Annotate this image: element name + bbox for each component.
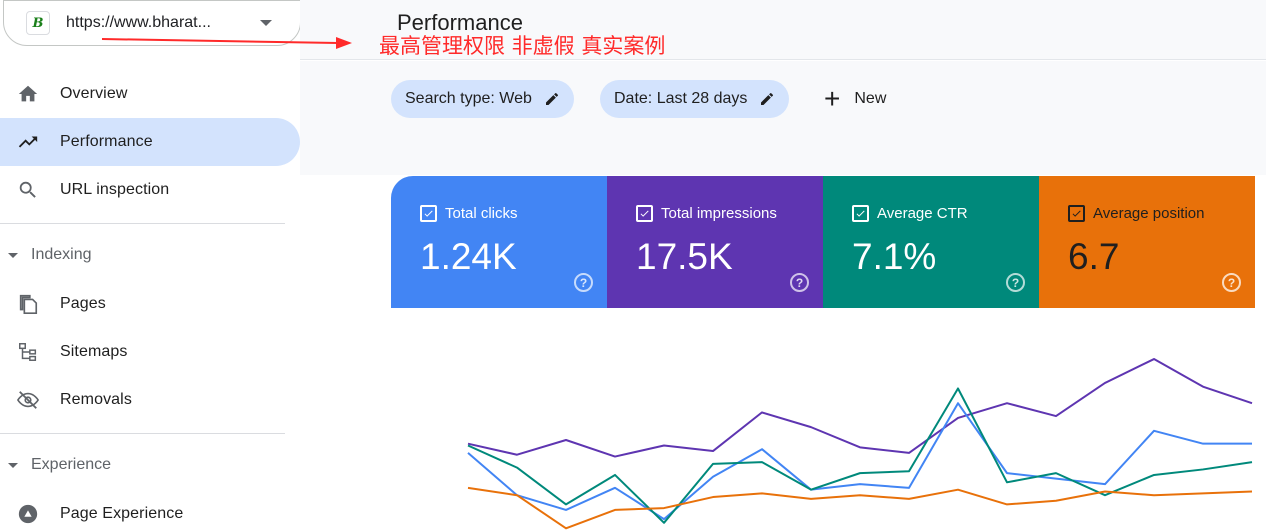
collapse-caret-icon — [8, 462, 18, 468]
new-filter-label: New — [854, 90, 887, 107]
search-icon — [16, 178, 40, 202]
chart-line-impressions — [467, 358, 1253, 458]
section-indexing[interactable]: Indexing — [8, 243, 92, 267]
sidebar-item-overview[interactable]: Overview — [0, 70, 300, 118]
metric-value: 6.7 — [1068, 236, 1120, 277]
sitemap-icon — [16, 340, 40, 364]
metric-value: 7.1% — [852, 236, 937, 277]
sidebar-item-label: Pages — [60, 295, 106, 312]
new-filter-button[interactable]: + New — [824, 80, 886, 118]
eye-off-icon — [16, 388, 40, 412]
trending-up-icon — [16, 130, 40, 154]
sidebar: B https://www.bharat... Overview Perform… — [0, 0, 301, 532]
metric-card-average-ctr[interactable]: Average CTR 7.1% ? — [823, 176, 1039, 308]
sidebar-item-label: URL inspection — [60, 181, 170, 198]
section-label: Indexing — [31, 246, 92, 263]
sidebar-item-page-experience[interactable]: Page Experience — [0, 490, 300, 532]
sidebar-item-sitemaps[interactable]: Sitemaps — [0, 328, 300, 376]
checkbox-checked-icon[interactable] — [636, 205, 653, 222]
section-label: Experience — [31, 456, 112, 473]
sidebar-item-label: Removals — [60, 391, 132, 408]
checkbox-checked-icon[interactable] — [852, 205, 869, 222]
help-icon[interactable]: ? — [1006, 273, 1025, 292]
plus-icon: + — [824, 83, 841, 114]
metric-label: Total clicks — [445, 205, 518, 222]
page-experience-icon — [16, 502, 40, 526]
sidebar-item-performance[interactable]: Performance — [0, 118, 300, 166]
sidebar-item-label: Overview — [60, 85, 128, 102]
metric-cards: Total clicks 1.24K ? Total impressions 1… — [391, 176, 1255, 308]
help-icon[interactable]: ? — [574, 273, 593, 292]
performance-chart — [391, 308, 1266, 532]
metric-label: Total impressions — [661, 205, 777, 222]
metric-card-total-impressions[interactable]: Total impressions 17.5K ? — [607, 176, 823, 308]
section-experience[interactable]: Experience — [8, 453, 111, 477]
metric-value: 17.5K — [636, 236, 733, 277]
edit-pencil-icon — [759, 91, 775, 107]
pages-icon — [16, 292, 40, 316]
metric-card-total-clicks[interactable]: Total clicks 1.24K ? — [391, 176, 607, 308]
annotation-arrow — [101, 37, 352, 49]
sidebar-item-removals[interactable]: Removals — [0, 376, 300, 424]
sidebar-divider — [0, 433, 285, 434]
chart-line-ctr — [467, 387, 1253, 524]
help-icon[interactable]: ? — [1222, 273, 1241, 292]
sidebar-item-label: Page Experience — [60, 505, 184, 522]
metric-label: Average CTR — [877, 205, 968, 222]
sidebar-item-pages[interactable]: Pages — [0, 280, 300, 328]
search-type-filter-chip[interactable]: Search type: Web — [391, 80, 574, 118]
sidebar-item-url-inspection[interactable]: URL inspection — [0, 166, 300, 214]
checkbox-checked-icon[interactable] — [420, 205, 437, 222]
sidebar-divider — [0, 223, 285, 224]
metric-card-average-position[interactable]: Average position 6.7 ? — [1039, 176, 1255, 308]
chip-label: Date: Last 28 days — [614, 90, 748, 107]
home-icon — [16, 82, 40, 106]
chip-label: Search type: Web — [405, 90, 532, 107]
sidebar-item-label: Performance — [60, 133, 153, 150]
edit-pencil-icon — [544, 91, 560, 107]
chart-line-clicks — [467, 402, 1252, 521]
collapse-caret-icon — [8, 252, 18, 258]
annotation-text: 最高管理权限 非虚假 真实案例 — [379, 34, 666, 58]
performance-chart-svg — [467, 358, 1253, 530]
help-icon[interactable]: ? — [790, 273, 809, 292]
metric-label: Average position — [1093, 205, 1205, 222]
metric-value: 1.24K — [420, 236, 517, 277]
sidebar-item-label: Sitemaps — [60, 343, 128, 360]
chart-line-position — [467, 486, 1253, 530]
checkbox-checked-icon[interactable] — [1068, 205, 1085, 222]
filter-bar: Search type: Web Date: Last 28 days + Ne… — [300, 61, 1266, 175]
date-filter-chip[interactable]: Date: Last 28 days — [600, 80, 790, 118]
